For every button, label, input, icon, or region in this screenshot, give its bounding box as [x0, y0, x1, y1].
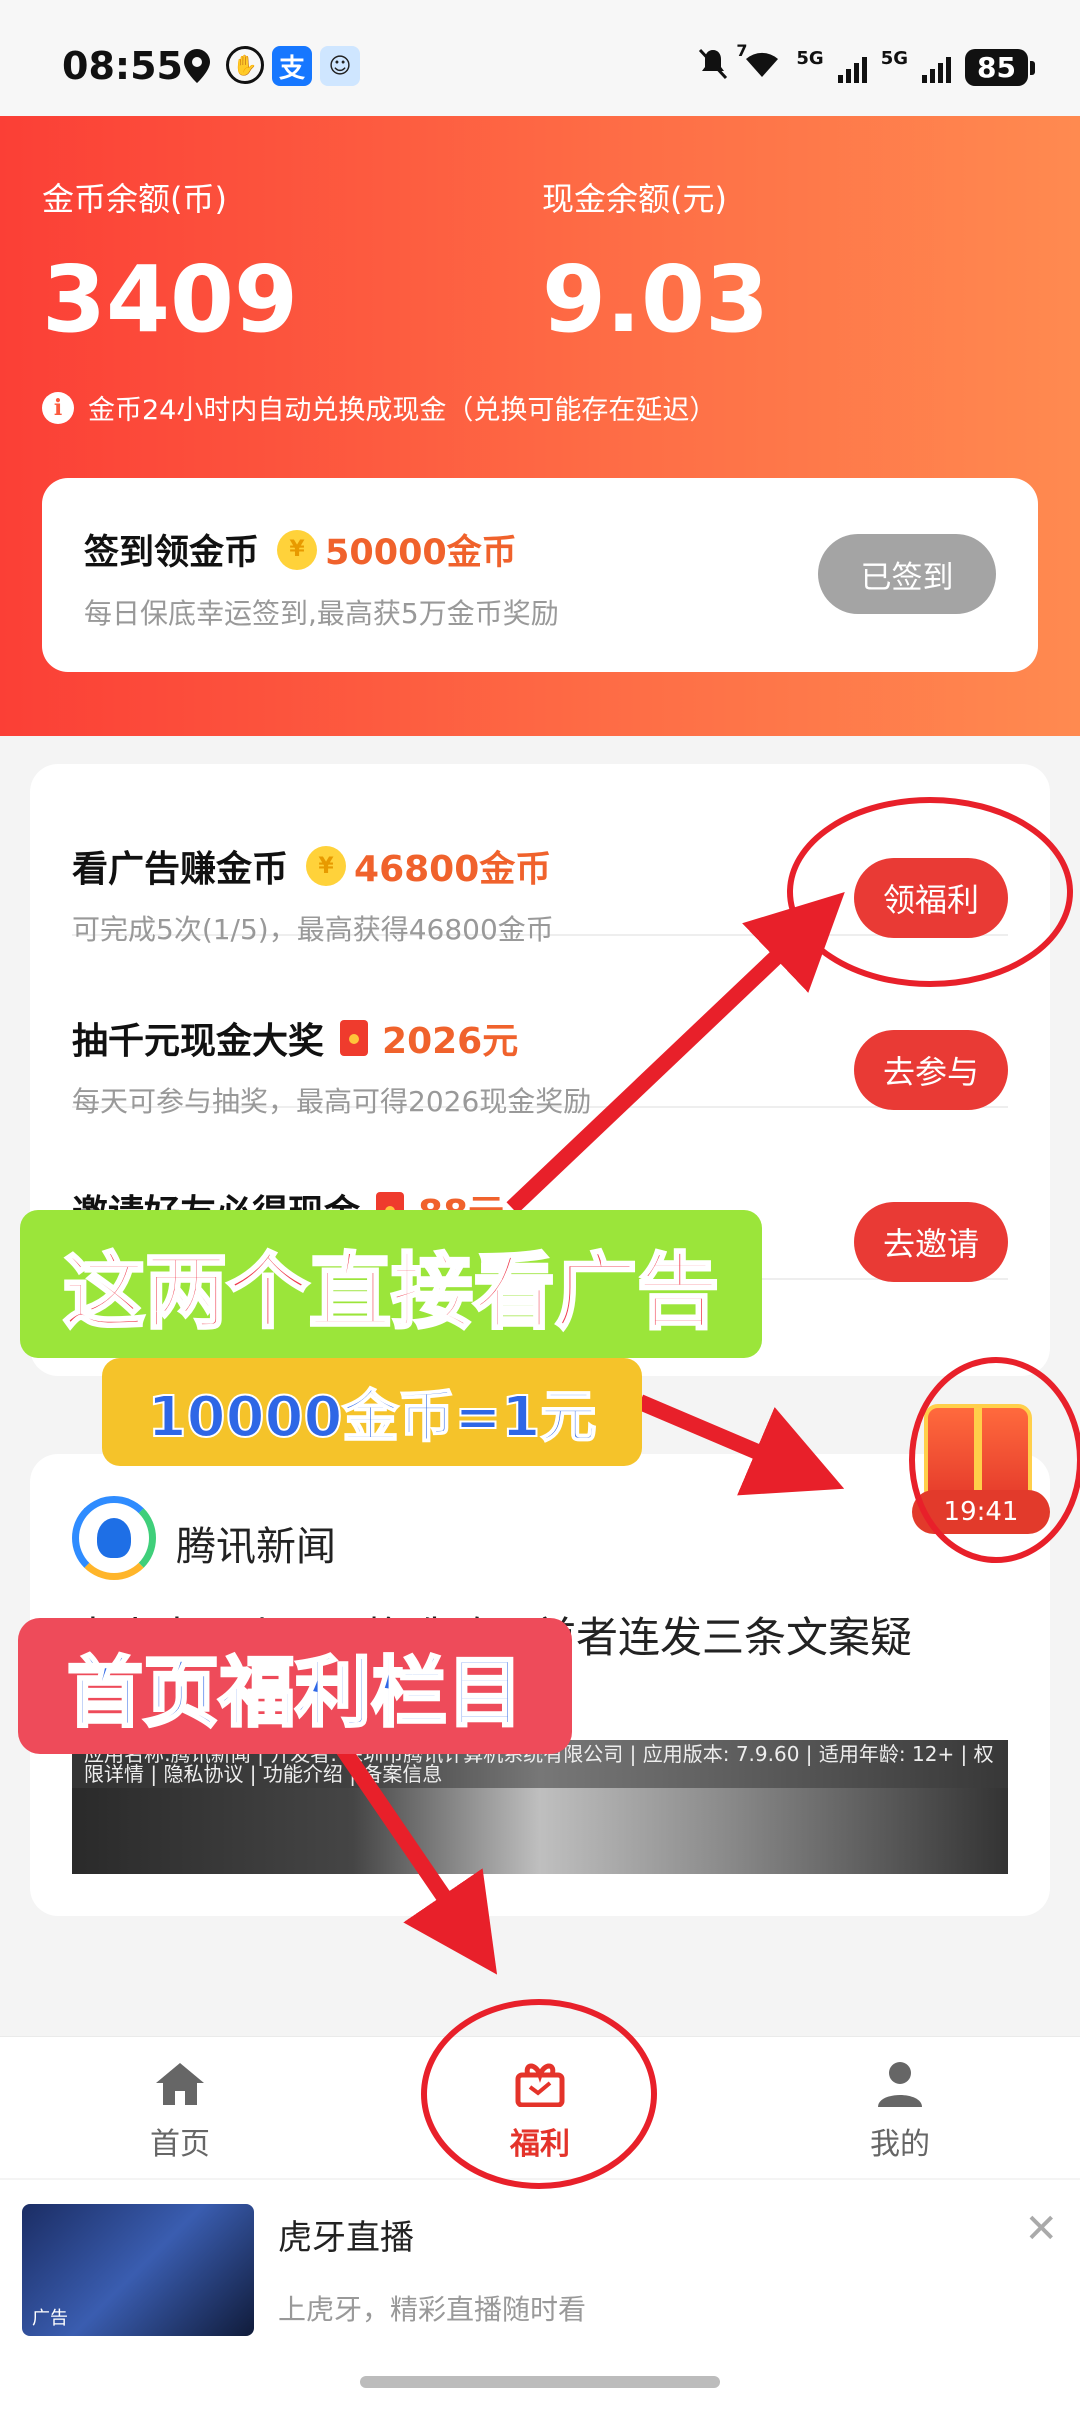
nav-mine-label: 我的	[870, 2127, 930, 2162]
gift-box-icon	[924, 1404, 1032, 1504]
ad-thumbnail[interactable]: 广告	[22, 2204, 254, 2336]
hand-icon: ✋	[226, 46, 264, 84]
signin-card: 签到领金币 ¥ 50000金币 每日保底幸运签到,最高获5万金币奖励 已签到	[42, 478, 1038, 672]
nav-welfare[interactable]: 福利	[460, 2061, 620, 2163]
nav-home[interactable]: 首页	[100, 2061, 260, 2163]
signin-reward: 50000金币	[325, 533, 517, 573]
wifi-badge: 7	[736, 41, 748, 60]
gift-icon	[515, 2063, 565, 2107]
task-reward: 2026元	[382, 1021, 519, 1062]
news-source: 腾讯新闻	[176, 1524, 336, 1570]
tencent-news-logo-icon	[72, 1496, 156, 1580]
signal-icon	[837, 53, 867, 83]
alipay-icon: 支	[272, 46, 312, 86]
coin-icon: ¥	[277, 529, 318, 570]
cash-balance-value[interactable]: 9.03	[542, 246, 769, 353]
signin-title-row: 签到领金币 ¥ 50000金币	[84, 524, 517, 575]
mute-icon	[698, 48, 728, 87]
exchange-notice: i 金币24小时内自动兑换成现金（兑换可能存在延迟）	[42, 388, 716, 427]
home-icon	[156, 2063, 204, 2105]
balance-header: 金币余额(币) 3409 现金余额(元) 9.03 i 金币24小时内自动兑换成…	[0, 116, 1080, 736]
app-icon: ☺	[320, 46, 360, 86]
network-label-2: 5G	[880, 48, 909, 69]
cash-balance-label: 现金余额(元)	[542, 180, 727, 218]
task-reward: 46800金币	[354, 849, 552, 890]
nav-welfare-label: 福利	[510, 2127, 570, 2162]
signin-subtitle: 每日保底幸运签到,最高获5万金币奖励	[84, 597, 559, 630]
invite-friends-button[interactable]: 去邀请	[854, 1202, 1008, 1282]
person-icon	[878, 2062, 922, 2107]
annotation-callout: 首页福利栏目	[18, 1618, 572, 1754]
location-icon	[182, 46, 212, 86]
bottom-nav: 首页 福利 我的	[0, 2036, 1080, 2178]
battery-icon: 85	[965, 49, 1035, 86]
exchange-notice-text: 金币24小时内自动兑换成现金（兑换可能存在延迟）	[88, 395, 717, 426]
signal-icon	[922, 53, 952, 83]
home-indicator[interactable]	[360, 2376, 720, 2388]
nav-mine[interactable]: 我的	[820, 2061, 980, 2163]
coin-balance-label: 金币余额(币)	[42, 180, 227, 218]
ad-subtitle: 上虎牙，精彩直播随时看	[278, 2293, 587, 2326]
claim-welfare-button[interactable]: 领福利	[854, 858, 1008, 938]
task-item: 抽千元现金大奖 2026元 每天可参与抽奖，最高可得2026现金奖励 去参与	[72, 936, 1008, 1118]
signin-title: 签到领金币	[84, 533, 260, 573]
task-title: 抽千元现金大奖	[72, 1021, 325, 1062]
floating-gift-widget[interactable]: 19:41	[908, 1386, 1058, 1536]
ad-badge: 广告	[32, 2308, 68, 2329]
task-item: 看广告赚金币 ¥ 46800金币 可完成5次(1/5)，最高获得46800金币 …	[72, 764, 1008, 946]
annotation-callout: 这两个直接看广告	[20, 1210, 762, 1358]
network-label-1: 5G	[796, 48, 824, 69]
status-right-icons: 7 5G 5G 85	[698, 41, 1035, 87]
wifi-icon: 7	[736, 41, 782, 86]
join-lottery-button[interactable]: 去参与	[854, 1030, 1008, 1110]
ad-title[interactable]: 虎牙直播	[278, 2210, 414, 2259]
close-icon[interactable]: ✕	[1024, 2206, 1058, 2252]
signed-in-button[interactable]: 已签到	[818, 534, 996, 614]
coin-balance-value[interactable]: 3409	[42, 246, 298, 353]
status-time: 08:55	[62, 44, 183, 88]
gift-timer: 19:41	[912, 1490, 1050, 1534]
status-bar: 08:55 ✋ 支 ☺ 7 5G 5G 85	[0, 0, 1080, 116]
task-title: 看广告赚金币	[72, 849, 289, 890]
nav-home-label: 首页	[150, 2127, 210, 2162]
red-packet-icon	[340, 1020, 369, 1056]
coin-icon: ¥	[306, 846, 347, 886]
annotation-callout: 10000金币=1元	[102, 1358, 642, 1466]
info-icon: i	[42, 391, 74, 424]
